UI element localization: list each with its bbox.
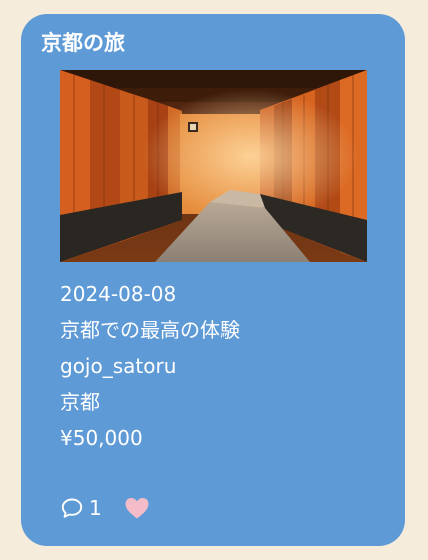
comment-button[interactable]: 1 bbox=[60, 496, 102, 520]
post-price: ¥50,000 bbox=[60, 426, 143, 450]
post-author[interactable]: gojo_satoru bbox=[60, 348, 240, 384]
post-title: 京都の旅 bbox=[41, 31, 125, 55]
post-actions: 1 bbox=[60, 494, 150, 522]
post-location: 京都 bbox=[60, 390, 100, 414]
post-card[interactable]: 京都の旅 2024-08-08 京都での最高の体験 gojo_satoru 京都… bbox=[21, 14, 405, 546]
post-details: 2024-08-08 京都での最高の体験 gojo_satoru 京都 ¥50,… bbox=[60, 276, 240, 456]
torii-tunnel-photo bbox=[60, 70, 367, 262]
comment-count: 1 bbox=[89, 496, 102, 520]
heart-icon[interactable] bbox=[124, 496, 150, 520]
post-date: 2024-08-08 bbox=[60, 282, 177, 306]
post-photo bbox=[60, 70, 367, 262]
post-headline: 京都での最高の体験 bbox=[60, 318, 240, 342]
speech-bubble-icon bbox=[61, 498, 83, 518]
